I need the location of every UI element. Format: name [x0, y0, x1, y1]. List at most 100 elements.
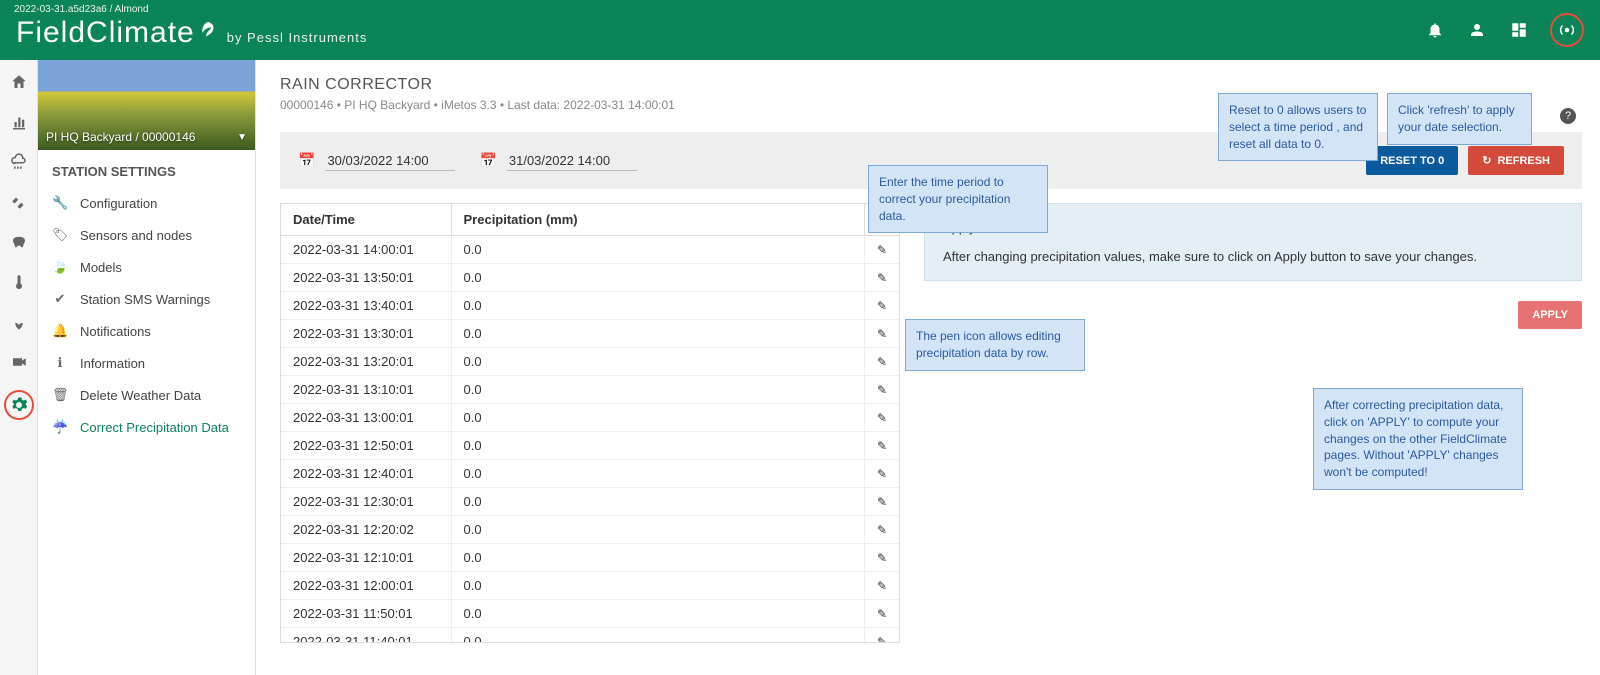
- reset-button[interactable]: RESET TO 0: [1366, 146, 1458, 175]
- edit-button[interactable]: ✎: [864, 404, 899, 432]
- cell-precip: 0.0: [451, 264, 864, 292]
- cell-datetime: 2022-03-31 13:20:01: [281, 348, 451, 376]
- alert-body: After changing precipitation values, mak…: [943, 249, 1563, 264]
- cell-precip: 0.0: [451, 460, 864, 488]
- edit-button[interactable]: ✎: [864, 320, 899, 348]
- nav-rail: [0, 60, 38, 675]
- edit-button[interactable]: ✎: [864, 264, 899, 292]
- sidebar: PI HQ Backyard / 00000146 ▼ STATION SETT…: [38, 60, 256, 675]
- brand-logo: FieldClimate by Pessl Instruments: [16, 16, 367, 50]
- dashboard-icon[interactable]: [1508, 19, 1530, 41]
- cell-precip: 0.0: [451, 348, 864, 376]
- cell-datetime: 2022-03-31 12:00:01: [281, 572, 451, 600]
- brand-byline: by Pessl Instruments: [227, 30, 368, 45]
- pencil-icon: ✎: [877, 411, 887, 425]
- table-row: 2022-03-31 13:50:01 0.0 ✎: [281, 264, 899, 292]
- edit-button[interactable]: ✎: [864, 516, 899, 544]
- refresh-button[interactable]: ↻REFRESH: [1468, 146, 1564, 175]
- pencil-icon: ✎: [877, 635, 887, 643]
- edit-button[interactable]: ✎: [864, 460, 899, 488]
- cell-precip: 0.0: [451, 600, 864, 628]
- cell-datetime: 2022-03-31 12:20:02: [281, 516, 451, 544]
- table-row: 2022-03-31 12:00:01 0.0 ✎: [281, 572, 899, 600]
- refresh-icon: ↻: [1482, 154, 1491, 167]
- edit-button[interactable]: ✎: [864, 376, 899, 404]
- chart-icon[interactable]: [7, 110, 31, 134]
- leaf-icon: 🍃: [52, 259, 68, 275]
- precip-table[interactable]: Date/Time Precipitation (mm) 2022-03-31 …: [280, 203, 900, 643]
- cell-datetime: 2022-03-31 11:40:01: [281, 628, 451, 644]
- sidebar-item-notifications[interactable]: 🔔Notifications: [38, 315, 255, 347]
- table-row: 2022-03-31 14:00:01 0.0 ✎: [281, 236, 899, 264]
- gear-icon-highlight: [4, 390, 34, 420]
- callout-pen: The pen icon allows editing precipitatio…: [905, 319, 1085, 371]
- build-meta: 2022-03-31.a5d23a6 / Almond: [14, 4, 149, 15]
- sidebar-item-configuration[interactable]: 🔧Configuration: [38, 187, 255, 219]
- date-to-input[interactable]: [507, 151, 637, 171]
- broadcast-icon-highlight: [1550, 13, 1584, 47]
- callout-date: Enter the time period to correct your pr…: [868, 165, 1048, 233]
- pencil-icon: ✎: [877, 523, 887, 537]
- edit-button[interactable]: ✎: [864, 348, 899, 376]
- user-icon[interactable]: [1466, 19, 1488, 41]
- bell-icon[interactable]: [1424, 19, 1446, 41]
- plant-icon[interactable]: [7, 310, 31, 334]
- pencil-icon: ✎: [877, 495, 887, 509]
- table-row: 2022-03-31 12:40:01 0.0 ✎: [281, 460, 899, 488]
- livestock-icon[interactable]: [7, 230, 31, 254]
- broadcast-icon[interactable]: [1556, 19, 1578, 41]
- help-icon[interactable]: ?: [1560, 108, 1576, 124]
- sidebar-item-models[interactable]: 🍃Models: [38, 251, 255, 283]
- page-title: RAIN CORRECTOR: [280, 76, 1582, 94]
- date-from-wrap: 📅: [298, 151, 455, 171]
- edit-button[interactable]: ✎: [864, 292, 899, 320]
- cell-precip: 0.0: [451, 488, 864, 516]
- calendar-icon[interactable]: 📅: [298, 152, 315, 169]
- rain-icon: ☔: [52, 419, 68, 435]
- trash-icon: 🗑: [52, 387, 68, 403]
- cell-datetime: 2022-03-31 13:50:01: [281, 264, 451, 292]
- sidebar-item-correct-precip[interactable]: ☔Correct Precipitation Data: [38, 411, 255, 443]
- edit-button[interactable]: ✎: [864, 488, 899, 516]
- satellite-icon[interactable]: [7, 190, 31, 214]
- date-to-wrap: 📅: [479, 151, 636, 171]
- edit-button[interactable]: ✎: [864, 432, 899, 460]
- chevron-down-icon: ▼: [237, 132, 247, 143]
- home-icon[interactable]: [7, 70, 31, 94]
- cell-precip: 0.0: [451, 292, 864, 320]
- callout-reset: Reset to 0 allows users to select a time…: [1218, 93, 1378, 161]
- edit-button[interactable]: ✎: [864, 628, 899, 644]
- station-image[interactable]: PI HQ Backyard / 00000146 ▼: [38, 60, 255, 150]
- edit-button[interactable]: ✎: [864, 544, 899, 572]
- edit-button[interactable]: ✎: [864, 572, 899, 600]
- weather-icon[interactable]: [7, 150, 31, 174]
- sidebar-item-information[interactable]: ℹInformation: [38, 347, 255, 379]
- col-precip: Precipitation (mm): [451, 204, 864, 236]
- sidebar-item-sms[interactable]: ✔Station SMS Warnings: [38, 283, 255, 315]
- sidebar-title: STATION SETTINGS: [38, 150, 255, 187]
- camera-icon[interactable]: [7, 350, 31, 374]
- col-datetime: Date/Time: [281, 204, 451, 236]
- table-row: 2022-03-31 11:50:01 0.0 ✎: [281, 600, 899, 628]
- pencil-icon: ✎: [877, 439, 887, 453]
- table-row: 2022-03-31 13:00:01 0.0 ✎: [281, 404, 899, 432]
- table-row: 2022-03-31 13:20:01 0.0 ✎: [281, 348, 899, 376]
- sidebar-item-sensors[interactable]: 🏷Sensors and nodes: [38, 219, 255, 251]
- cell-precip: 0.0: [451, 236, 864, 264]
- pencil-icon: ✎: [877, 579, 887, 593]
- pencil-icon: ✎: [877, 467, 887, 481]
- shield-icon: ✔: [52, 291, 68, 307]
- calendar-icon[interactable]: 📅: [479, 152, 496, 169]
- gear-icon[interactable]: [7, 393, 31, 417]
- table-row: 2022-03-31 13:30:01 0.0 ✎: [281, 320, 899, 348]
- edit-button[interactable]: ✎: [864, 236, 899, 264]
- thermometer-icon[interactable]: [7, 270, 31, 294]
- cell-precip: 0.0: [451, 432, 864, 460]
- cell-datetime: 2022-03-31 14:00:01: [281, 236, 451, 264]
- apply-button[interactable]: APPLY: [1518, 301, 1582, 329]
- station-label: PI HQ Backyard / 00000146: [46, 130, 195, 144]
- edit-button[interactable]: ✎: [864, 600, 899, 628]
- cell-datetime: 2022-03-31 12:10:01: [281, 544, 451, 572]
- date-from-input[interactable]: [325, 151, 455, 171]
- sidebar-item-delete[interactable]: 🗑Delete Weather Data: [38, 379, 255, 411]
